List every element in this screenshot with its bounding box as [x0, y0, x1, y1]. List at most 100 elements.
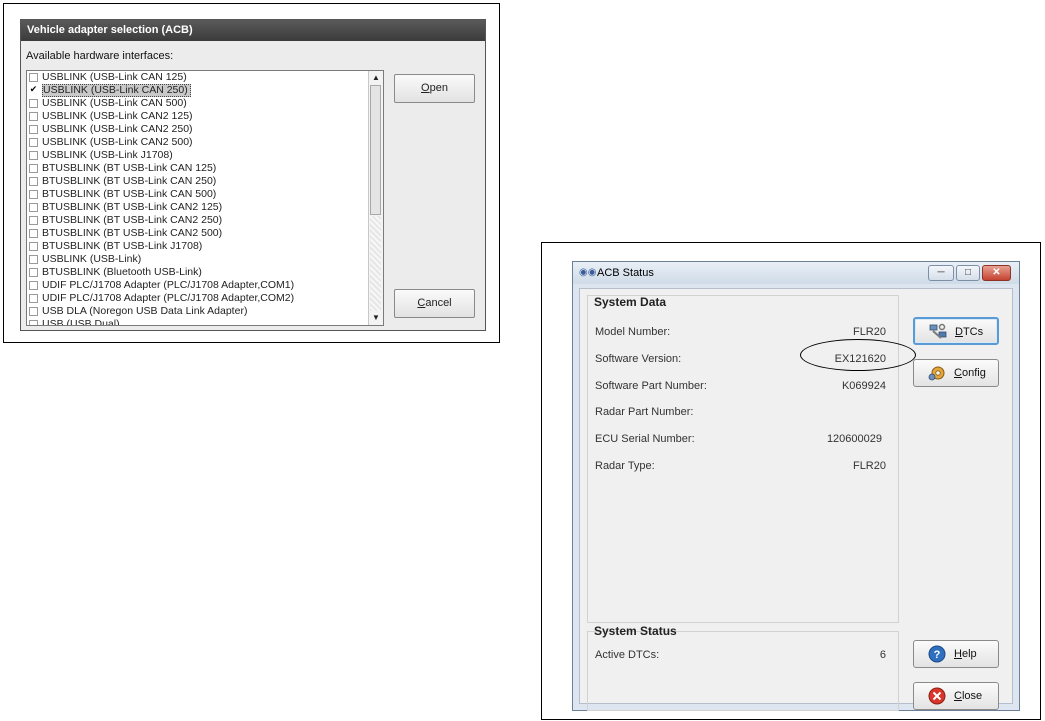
figure-frame-acb-status: ◉◉ ACB Status ─ □ ✕ System Data Model Nu… [541, 242, 1041, 720]
checkbox[interactable] [29, 190, 38, 199]
checkbox[interactable] [29, 294, 38, 303]
list-item[interactable]: USBLINK (USB-Link CAN2 250) [27, 123, 383, 136]
list-item[interactable]: BTUSBLINK (BT USB-Link CAN 500) [27, 188, 383, 201]
help-rest: elp [961, 648, 977, 660]
active-dtcs-value: 6 [879, 649, 886, 661]
checkbox[interactable] [29, 164, 38, 173]
list-item[interactable]: USBLINK (USB-Link CAN2 500) [27, 136, 383, 149]
list-item-label: USB DLA (Noregon USB Data Link Adapter) [42, 305, 248, 317]
checkbox[interactable]: ✔ [29, 85, 38, 95]
wrench-network-icon [929, 323, 947, 339]
dtcs-button[interactable]: DTCs [913, 317, 999, 345]
list-item[interactable]: ✔ USBLINK (USB-Link CAN 250) [27, 84, 383, 97]
list-item-label: UDIF PLC/J1708 Adapter (PLC/J1708 Adapte… [42, 292, 295, 304]
cancel-label: ancel [425, 297, 452, 309]
radar-type-value: FLR20 [852, 460, 886, 472]
list-item[interactable]: USBLINK (USB-Link) [27, 253, 383, 266]
checkbox[interactable] [29, 268, 38, 277]
system-status-group: System Status Active DTCs: 6 [587, 624, 899, 711]
list-item[interactable]: BTUSBLINK (Bluetooth USB-Link) [27, 266, 383, 279]
scroll-down-arrow-icon[interactable]: ▼ [369, 311, 383, 325]
list-item[interactable]: USBLINK (USB-Link CAN 500) [27, 97, 383, 110]
checkbox[interactable] [29, 281, 38, 290]
checkbox[interactable] [29, 307, 38, 316]
close-accel: C [954, 690, 962, 702]
dtcs-rest: TCs [962, 326, 984, 338]
maximize-icon[interactable]: □ [956, 265, 980, 281]
software-part-number-value: K069924 [841, 380, 886, 392]
checkbox[interactable] [29, 255, 38, 264]
config-rest: onfig [961, 367, 986, 379]
help-label: Help [954, 641, 977, 667]
dialog-title: Vehicle adapter selection (ACB) [21, 20, 485, 41]
minimize-icon[interactable]: ─ [928, 265, 954, 281]
close-icon[interactable]: ✕ [982, 265, 1011, 281]
svg-text:?: ? [934, 649, 941, 661]
list-item-label: USBLINK (USB-Link J1708) [42, 149, 173, 161]
list-item-label: BTUSBLINK (BT USB-Link CAN 250) [42, 175, 217, 187]
list-scrollbar[interactable]: ▲ ▼ [368, 71, 383, 325]
acb-status-window: ◉◉ ACB Status ─ □ ✕ System Data Model Nu… [572, 261, 1020, 711]
checkbox[interactable] [29, 203, 38, 212]
help-button[interactable]: ? Help [913, 640, 999, 668]
ecu-serial-number-label: ECU Serial Number: [595, 433, 695, 445]
checkbox[interactable] [29, 138, 38, 147]
list-item[interactable]: UDIF PLC/J1708 Adapter (PLC/J1708 Adapte… [27, 279, 383, 292]
list-item-label: BTUSBLINK (BT USB-Link CAN2 250) [42, 214, 223, 226]
close-label: Close [954, 683, 982, 709]
scrollbar-thumb[interactable] [370, 85, 381, 215]
config-label: Config [954, 360, 986, 386]
checkbox[interactable] [29, 320, 38, 325]
checkbox[interactable] [29, 125, 38, 134]
window-title: ACB Status [597, 267, 654, 279]
help-icon: ? [928, 645, 946, 663]
list-item[interactable]: BTUSBLINK (BT USB-Link CAN 125) [27, 162, 383, 175]
window-body: System Data Model Number: FLR20 Software… [579, 288, 1013, 711]
list-item[interactable]: USB DLA (Noregon USB Data Link Adapter) [27, 305, 383, 318]
software-version-label: Software Version: [595, 353, 682, 365]
checkbox[interactable] [29, 73, 38, 82]
open-button[interactable]: Open [394, 74, 475, 103]
list-item[interactable]: USB (USB Dual) [27, 318, 383, 325]
radar-part-number-label: Radar Part Number: [595, 406, 694, 418]
list-item-label: USBLINK (USB-Link CAN2 500) [42, 136, 193, 148]
checkbox[interactable] [29, 229, 38, 238]
list-item[interactable]: UDIF PLC/J1708 Adapter (PLC/J1708 Adapte… [27, 292, 383, 305]
open-accel: O [421, 82, 430, 94]
title-bar[interactable]: ◉◉ ACB Status ─ □ ✕ [573, 262, 1019, 284]
list-item-label: BTUSBLINK (BT USB-Link CAN2 500) [42, 227, 223, 239]
scrollbar-track[interactable] [370, 216, 381, 311]
list-item[interactable]: USBLINK (USB-Link CAN2 125) [27, 110, 383, 123]
list-item-label: BTUSBLINK (BT USB-Link CAN 125) [42, 162, 217, 174]
close-button[interactable]: Close [913, 682, 999, 710]
dtcs-accel: D [955, 326, 963, 338]
config-button[interactable]: Config [913, 359, 999, 387]
checkbox[interactable] [29, 242, 38, 251]
checkbox[interactable] [29, 99, 38, 108]
cancel-button[interactable]: Cancel [394, 289, 475, 318]
list-item[interactable]: BTUSBLINK (BT USB-Link J1708) [27, 240, 383, 253]
checkbox[interactable] [29, 112, 38, 121]
list-item-label: USBLINK (USB-Link CAN 250) [42, 84, 191, 97]
model-number-value: FLR20 [852, 326, 886, 338]
system-status-heading: System Status [594, 624, 677, 638]
list-item[interactable]: BTUSBLINK (BT USB-Link CAN2 125) [27, 201, 383, 214]
interfaces-list-label: Available hardware interfaces: [26, 50, 174, 62]
checkbox[interactable] [29, 151, 38, 160]
list-item[interactable]: BTUSBLINK (BT USB-Link CAN2 250) [27, 214, 383, 227]
hardware-interfaces-list[interactable]: USBLINK (USB-Link CAN 125) ✔ USBLINK (USB-… [26, 70, 384, 326]
system-data-heading: System Data [594, 295, 667, 309]
open-label: pen [429, 82, 448, 94]
checkbox[interactable] [29, 177, 38, 186]
help-accel: H [954, 648, 962, 660]
figure-frame-adapter-dialog: Vehicle adapter selection (ACB) Availabl… [3, 3, 500, 343]
list-item[interactable]: USBLINK (USB-Link CAN 125) [27, 71, 383, 84]
software-part-number-label: Software Part Number: [595, 380, 707, 392]
list-item[interactable]: USBLINK (USB-Link J1708) [27, 149, 383, 162]
system-data-group: System Data Model Number: FLR20 Software… [587, 295, 916, 623]
scroll-up-arrow-icon[interactable]: ▲ [369, 71, 383, 85]
list-item[interactable]: BTUSBLINK (BT USB-Link CAN2 500) [27, 227, 383, 240]
list-item[interactable]: BTUSBLINK (BT USB-Link CAN 250) [27, 175, 383, 188]
highlight-ellipse [800, 339, 916, 371]
checkbox[interactable] [29, 216, 38, 225]
